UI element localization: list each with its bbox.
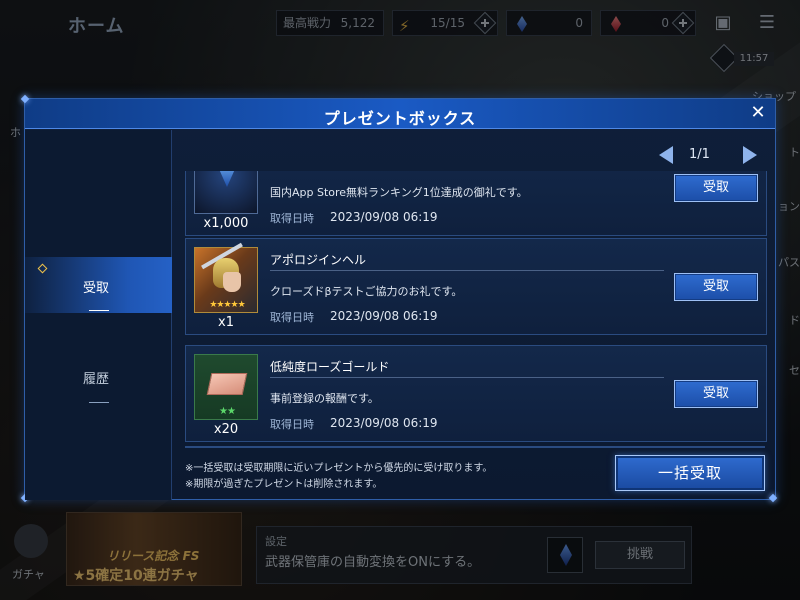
item-quantity: x1,000	[203, 216, 249, 231]
notice-text: ※期限が過ぎたプレゼントは削除されます。	[185, 479, 383, 490]
tab-receive[interactable]: 受取	[25, 257, 172, 313]
prev-page-button[interactable]	[659, 146, 673, 164]
item-date-label: 取得日時	[270, 212, 314, 225]
item-description: 事前登録の報酬です。	[270, 392, 379, 405]
notice-text: ※一括受取は受取期限に近いプレゼントから優先的に受け取ります。	[185, 463, 493, 474]
list-divider	[185, 446, 765, 448]
tab-underline	[89, 310, 109, 311]
receive-button[interactable]: 受取	[674, 273, 758, 301]
item-quantity: x20	[213, 422, 239, 437]
bulk-receive-button[interactable]: 一括受取	[615, 455, 765, 491]
item-description: 国内App Store無料ランキング1位達成の御礼です。	[270, 186, 528, 199]
rarity-stars: ★★	[219, 406, 236, 417]
item-date: 2023/09/08 06:19	[330, 210, 438, 224]
item-title: アポロジインヘル	[270, 253, 367, 267]
item-quantity: x1	[218, 315, 234, 330]
next-page-button[interactable]	[743, 146, 757, 164]
item-divider	[270, 377, 664, 378]
present-item: ★★ x20 低純度ローズゴールド 事前登録の報酬です。 取得日時 2023/0…	[185, 345, 767, 442]
close-button[interactable]: ✕	[747, 102, 769, 124]
modal-header: プレゼントボックス ✕	[25, 99, 775, 129]
item-date-label: 取得日時	[270, 418, 314, 431]
character-portrait: ★★★★★	[194, 242, 258, 313]
present-item: ★★★★★ x1 アポロジインヘル クローズドβテストご協力のお礼です。 取得日…	[185, 238, 767, 335]
chevron-right-icon	[743, 146, 757, 164]
rarity-stars: ★★★★★	[209, 300, 245, 310]
item-date: 2023/09/08 06:19	[330, 416, 438, 430]
present-box-modal: プレゼントボックス ✕ 受取 履歴 1/1 x1,000 国内App Store…	[20, 94, 778, 503]
modal-tab-sidebar: 受取 履歴	[25, 130, 172, 500]
tab-history[interactable]: 履歴	[83, 368, 109, 387]
page-indicator: 1/1	[689, 147, 710, 162]
item-date-label: 取得日時	[270, 311, 314, 324]
receive-button[interactable]: 受取	[674, 380, 758, 408]
present-item: x1,000 国内App Store無料ランキング1位達成の御礼です。 取得日時…	[185, 171, 767, 236]
receive-button[interactable]: 受取	[674, 174, 758, 202]
item-description: クローズドβテストご協力のお礼です。	[270, 285, 463, 298]
rose-gold-ingot-icon: ★★	[194, 354, 258, 420]
item-date: 2023/09/08 06:19	[330, 309, 438, 323]
crystal-icon	[194, 171, 258, 214]
chevron-left-icon	[659, 146, 673, 164]
modal-title: プレゼントボックス	[323, 109, 477, 128]
item-divider	[270, 270, 664, 271]
present-list[interactable]: x1,000 国内App Store無料ランキング1位達成の御礼です。 取得日時…	[185, 171, 769, 444]
tab-receive-label: 受取	[83, 281, 110, 296]
tab-underline	[89, 402, 109, 403]
item-title: 低純度ローズゴールド	[270, 360, 390, 374]
